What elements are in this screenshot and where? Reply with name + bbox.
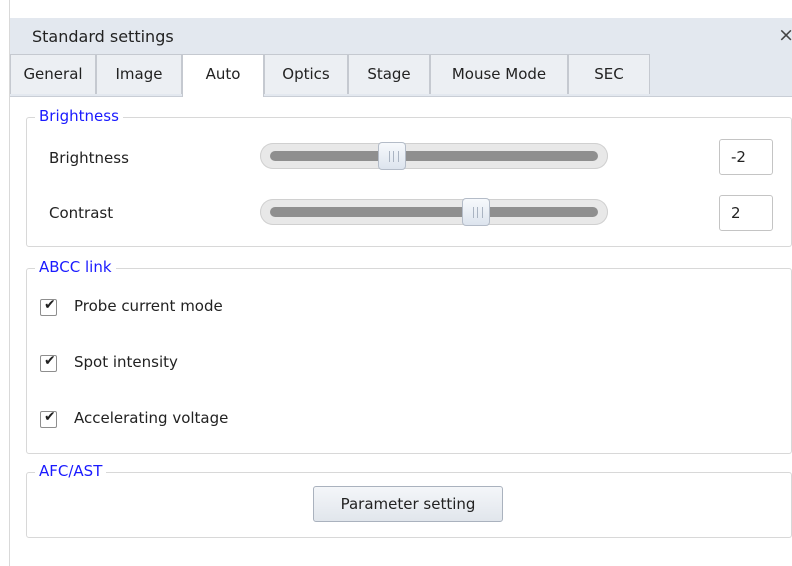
close-icon[interactable]: × — [778, 24, 792, 46]
brightness-value-field[interactable]: -2 — [719, 139, 773, 175]
brightness-label: Brightness — [49, 149, 129, 167]
brightness-slider[interactable] — [260, 142, 608, 170]
checkbox-box[interactable]: ✔ — [40, 409, 57, 428]
tab-auto[interactable]: Auto — [182, 54, 264, 97]
brightness-group-legend: Brightness — [35, 107, 123, 125]
checkbox-label: Probe current mode — [74, 297, 223, 315]
tab-stage[interactable]: Stage — [348, 54, 430, 94]
checkbox-label: Spot intensity — [74, 353, 178, 371]
brightness-slider-thumb[interactable] — [378, 142, 406, 170]
title-bar: Standard settings × — [10, 18, 792, 54]
afc-ast-group-legend: AFC/AST — [35, 462, 107, 480]
tab-general[interactable]: General — [10, 54, 96, 94]
tab-sec[interactable]: SEC — [568, 54, 650, 94]
abcc-link-group-legend: ABCC link — [35, 258, 116, 276]
checkbox-label: Accelerating voltage — [74, 409, 229, 427]
contrast-slider[interactable] — [260, 198, 608, 226]
brightness-group: Brightness Brightness -2 Contrast 2 — [26, 107, 792, 247]
checkbox-box[interactable]: ✔ — [40, 297, 57, 316]
contrast-slider-thumb[interactable] — [462, 198, 490, 226]
checkmark-icon: ✔ — [44, 353, 56, 369]
contrast-value-field[interactable]: 2 — [719, 195, 773, 231]
window-title: Standard settings — [32, 27, 174, 46]
brightness-slider-groove — [270, 151, 598, 161]
tab-mouse-mode[interactable]: Mouse Mode — [430, 54, 568, 94]
contrast-label: Contrast — [49, 204, 114, 222]
checkbox-box[interactable]: ✔ — [40, 353, 57, 372]
tab-image[interactable]: Image — [96, 54, 182, 94]
tab-strip: General Image Auto Optics Stage Mouse Mo… — [10, 54, 792, 97]
checkmark-icon: ✔ — [44, 297, 56, 313]
tab-optics[interactable]: Optics — [264, 54, 348, 94]
parameter-setting-button[interactable]: Parameter setting — [313, 486, 503, 522]
contrast-slider-groove — [270, 207, 598, 217]
checkmark-icon: ✔ — [44, 409, 56, 425]
